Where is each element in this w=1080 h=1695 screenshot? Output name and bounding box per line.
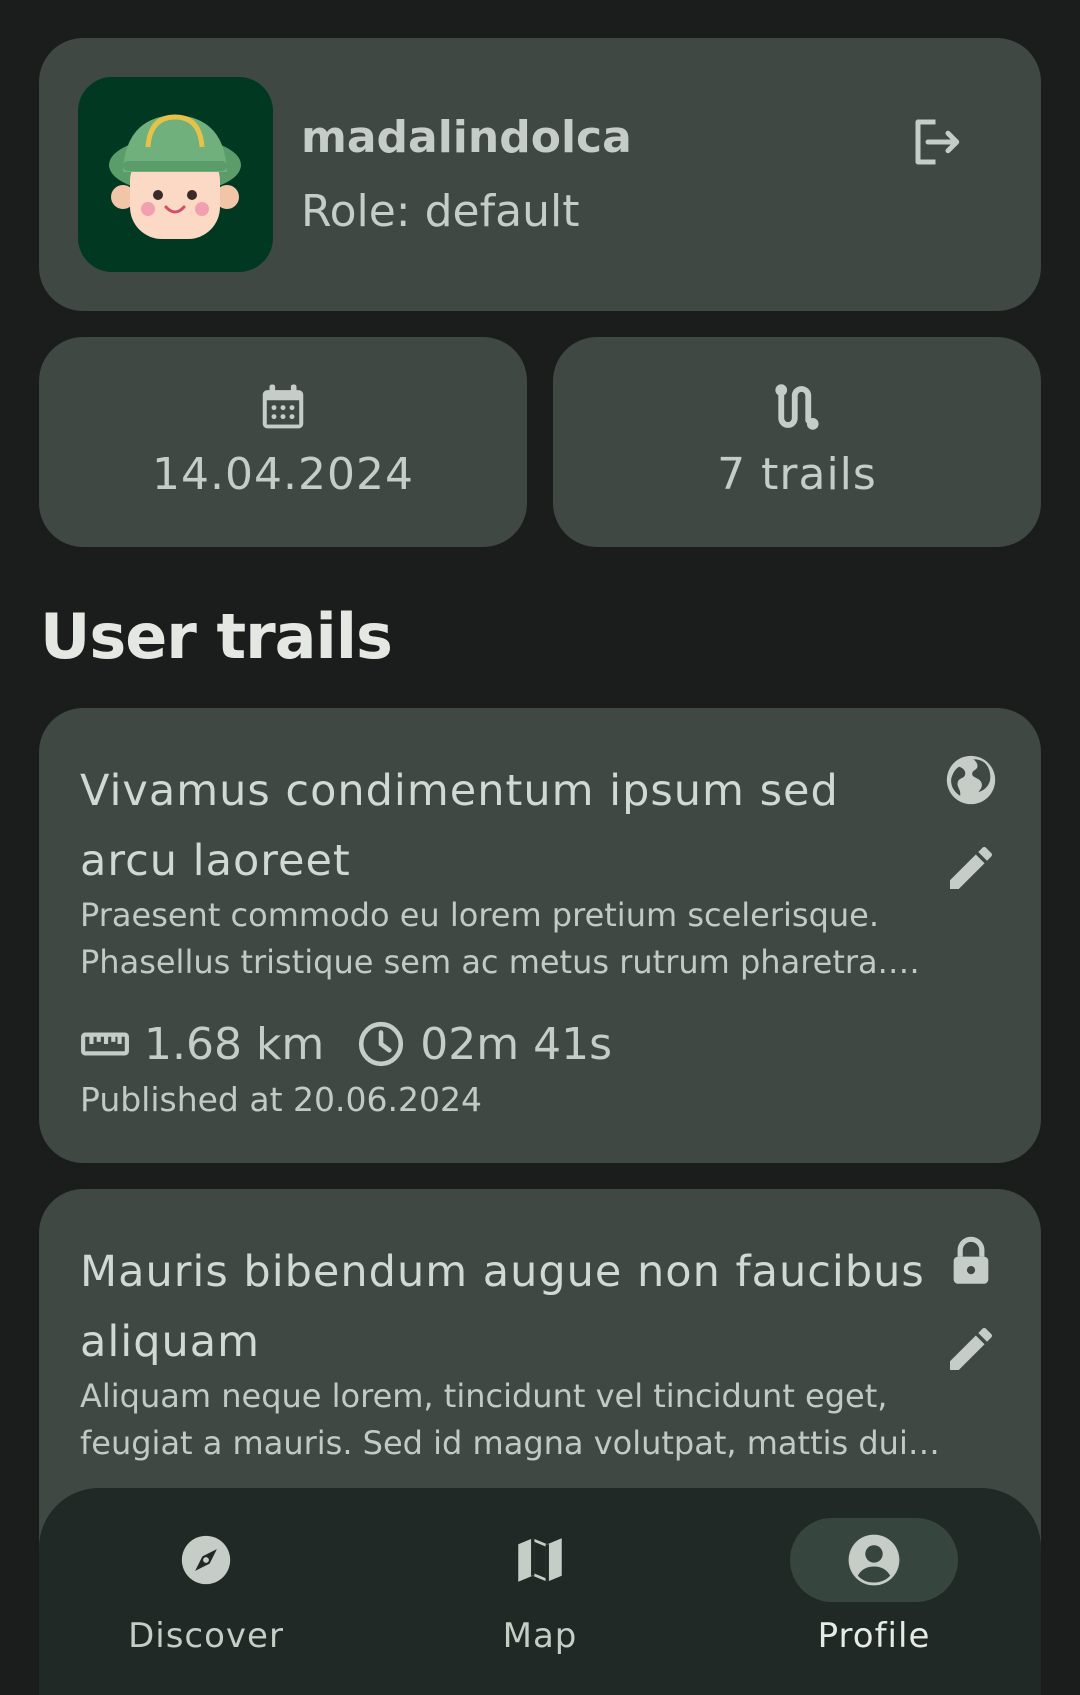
- join-date: 14.04.2024: [152, 449, 414, 500]
- trail-card[interactable]: Vivamus condimentum ipsum sed arcu laore…: [39, 708, 1041, 1163]
- trail-duration: 02m 41s: [356, 1019, 612, 1070]
- username: madalindolca: [301, 112, 632, 163]
- compass-icon: [181, 1535, 231, 1585]
- published-value: 20.06.2024: [293, 1080, 482, 1119]
- nav-item-profile[interactable]: Profile: [707, 1488, 1041, 1695]
- nav-item-map[interactable]: Map: [373, 1488, 707, 1695]
- trail-stats: 1.68 km 02m 41s: [80, 1014, 644, 1074]
- published-date: Published at 20.06.2024: [80, 1080, 482, 1119]
- join-date-card: 14.04.2024: [39, 337, 527, 547]
- pencil-icon: [950, 1327, 993, 1370]
- logout-button[interactable]: [899, 108, 967, 176]
- published-label: Published at: [80, 1080, 294, 1119]
- avatar: [78, 77, 273, 272]
- trail-distance: 1.68 km: [80, 1019, 324, 1070]
- role-value: default: [424, 186, 580, 237]
- lock-icon: [953, 1236, 989, 1284]
- trails-count: 7 trails: [717, 449, 877, 500]
- nav-label: Map: [502, 1616, 578, 1656]
- bottom-navigation: Discover Map Profile: [39, 1488, 1041, 1695]
- nav-label: Discover: [128, 1616, 284, 1656]
- duration-value: 02m 41s: [420, 1018, 613, 1070]
- private-visibility-button[interactable]: [937, 1227, 1005, 1295]
- user-role: Role: default: [301, 186, 579, 237]
- edit-trail-button[interactable]: [937, 1315, 1005, 1383]
- trail-description: Praesent commodo eu lorem pretium sceler…: [80, 896, 888, 981]
- logout-icon: [915, 119, 960, 165]
- hiker-avatar-icon: [109, 114, 241, 239]
- trail-title: Mauris bibendum augue non faucibus aliqu…: [80, 1247, 925, 1367]
- trails-count-card: 7 trails: [553, 337, 1041, 547]
- clock-icon: [359, 1021, 404, 1067]
- account-circle-icon: [848, 1534, 900, 1586]
- globe-icon: [946, 755, 996, 805]
- trail-title: Vivamus condimentum ipsum sed arcu laore…: [80, 766, 839, 886]
- role-label: Role:: [301, 186, 425, 237]
- route-icon: [769, 379, 825, 435]
- calendar-icon: [255, 379, 311, 435]
- nav-indicator: [790, 1518, 958, 1602]
- nav-indicator: [122, 1518, 290, 1602]
- pencil-icon: [950, 846, 993, 889]
- profile-card: madalindolca Role: default: [39, 38, 1041, 311]
- nav-label: Profile: [817, 1616, 931, 1656]
- distance-value: 1.68 km: [144, 1018, 325, 1070]
- public-visibility-button[interactable]: [937, 746, 1005, 814]
- map-icon: [518, 1538, 562, 1582]
- edit-trail-button[interactable]: [937, 834, 1005, 902]
- nav-item-discover[interactable]: Discover: [39, 1488, 373, 1695]
- trail-description: Aliquam neque lorem, tincidunt vel tinci…: [80, 1377, 908, 1462]
- ruler-icon: [81, 1032, 129, 1056]
- section-title: User trails: [40, 600, 393, 673]
- nav-indicator: [456, 1518, 624, 1602]
